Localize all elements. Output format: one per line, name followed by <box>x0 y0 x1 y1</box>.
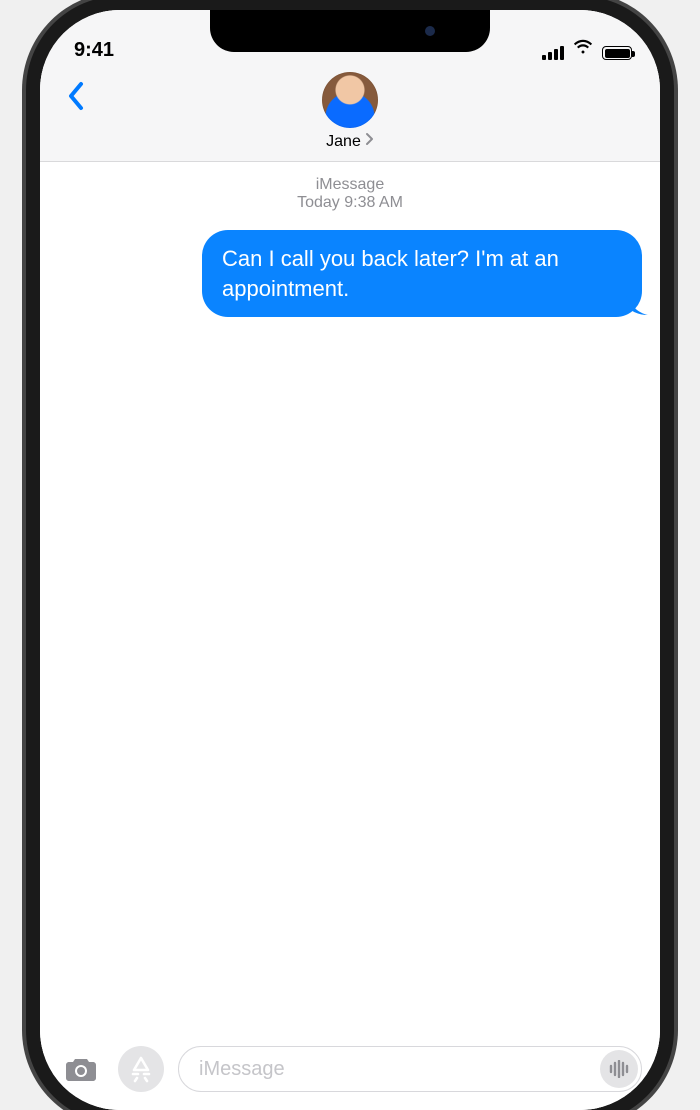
conversation-header: Jane <box>40 66 660 161</box>
screen: 9:41 <box>40 10 660 1110</box>
thread-timestamp: Today 9:38 AM <box>58 194 642 212</box>
status-time: 9:41 <box>74 39 114 66</box>
chevron-right-icon <box>365 132 374 151</box>
contact-avatar[interactable] <box>322 72 378 128</box>
conversation-thread[interactable]: iMessage Today 9:38 AM Can I call you ba… <box>40 162 660 1038</box>
chevron-left-icon <box>67 81 85 111</box>
service-label: iMessage <box>58 176 642 194</box>
compose-field-wrap <box>178 1046 642 1092</box>
compose-bar <box>40 1038 660 1110</box>
contact-name-label: Jane <box>326 133 361 151</box>
message-bubble[interactable]: Can I call you back later? I'm at an app… <box>202 230 642 317</box>
contact-name-button[interactable]: Jane <box>326 132 374 151</box>
app-store-icon <box>127 1055 155 1083</box>
audio-message-button[interactable] <box>600 1050 638 1088</box>
phone-frame: 9:41 <box>40 10 660 1110</box>
waveform-icon <box>608 1060 630 1078</box>
wifi-icon <box>572 37 594 60</box>
compose-input[interactable] <box>178 1046 642 1092</box>
app-store-button[interactable] <box>118 1046 164 1092</box>
cellular-signal-icon <box>542 46 564 60</box>
battery-icon <box>602 46 632 60</box>
camera-button[interactable] <box>58 1046 104 1092</box>
camera-icon <box>64 1055 98 1083</box>
message-row-outgoing: Can I call you back later? I'm at an app… <box>58 230 642 317</box>
notch <box>210 10 490 52</box>
back-button[interactable] <box>54 74 98 118</box>
bubble-tail-icon <box>626 295 648 315</box>
